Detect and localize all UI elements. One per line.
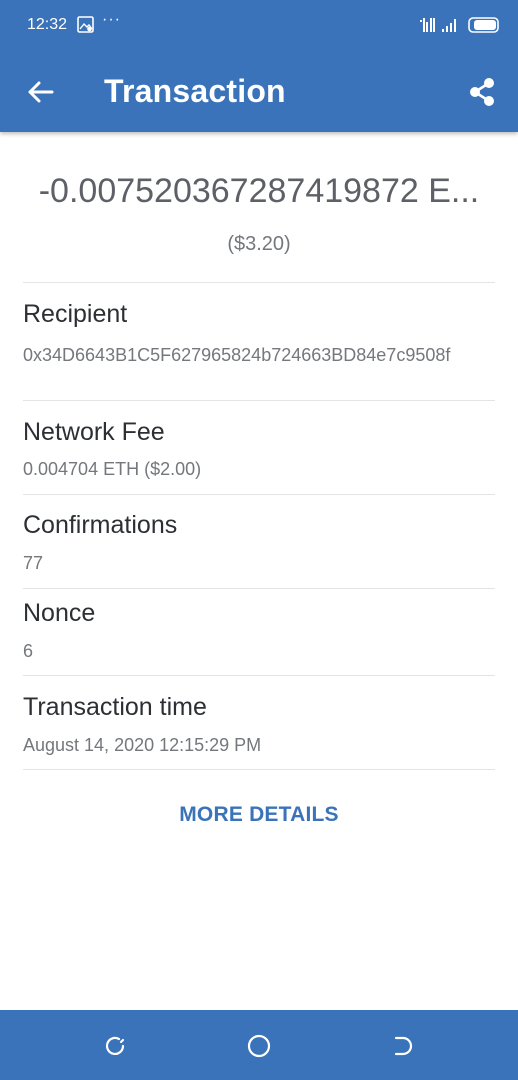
confirmations-label: Confirmations — [23, 511, 178, 539]
image-icon — [77, 16, 94, 33]
recents-icon — [105, 1036, 125, 1055]
page-title: Transaction — [104, 73, 286, 109]
app-header: 12:32 ··· Transaction — [0, 0, 518, 132]
nav-back-icon — [394, 1036, 413, 1056]
divider — [23, 400, 495, 401]
system-back-button[interactable] — [388, 1032, 416, 1060]
divider — [23, 588, 495, 589]
confirmations-value: 77 — [23, 553, 44, 573]
network-fee-label: Network Fee — [23, 418, 165, 446]
home-button[interactable] — [245, 1032, 273, 1060]
transaction-time-value: August 14, 2020 12:15:29 PM — [23, 735, 262, 755]
network-fee-value: 0.004704 ETH ($2.00) — [23, 459, 202, 479]
signal-icon — [420, 18, 456, 32]
divider — [23, 769, 495, 770]
recipient-label: Recipient — [23, 300, 128, 328]
share-button[interactable] — [462, 72, 502, 112]
system-nav-bar — [0, 1010, 518, 1080]
nonce-label: Nonce — [23, 599, 96, 627]
nonce-value: 6 — [23, 641, 34, 661]
back-button[interactable] — [20, 72, 60, 112]
divider — [23, 675, 495, 676]
battery-icon — [468, 17, 499, 33]
share-icon — [470, 78, 494, 106]
divider — [23, 494, 495, 495]
status-time: 12:32 — [27, 16, 68, 33]
home-circle-icon — [247, 1034, 271, 1058]
transaction-amount: -0.007520367287419872 E... — [38, 172, 480, 210]
divider — [23, 282, 495, 283]
more-details-button[interactable]: MORE DETAILS — [0, 803, 518, 827]
arrow-left-icon — [28, 81, 54, 103]
recents-button[interactable] — [101, 1032, 129, 1060]
transaction-time-label: Transaction time — [23, 693, 207, 721]
ellipsis-icon: ··· — [102, 11, 121, 28]
transaction-fiat-amount: ($3.20) — [227, 233, 291, 255]
recipient-address[interactable]: 0x34D6643B1C5F627965824b724663BD84e7c950… — [23, 343, 495, 367]
